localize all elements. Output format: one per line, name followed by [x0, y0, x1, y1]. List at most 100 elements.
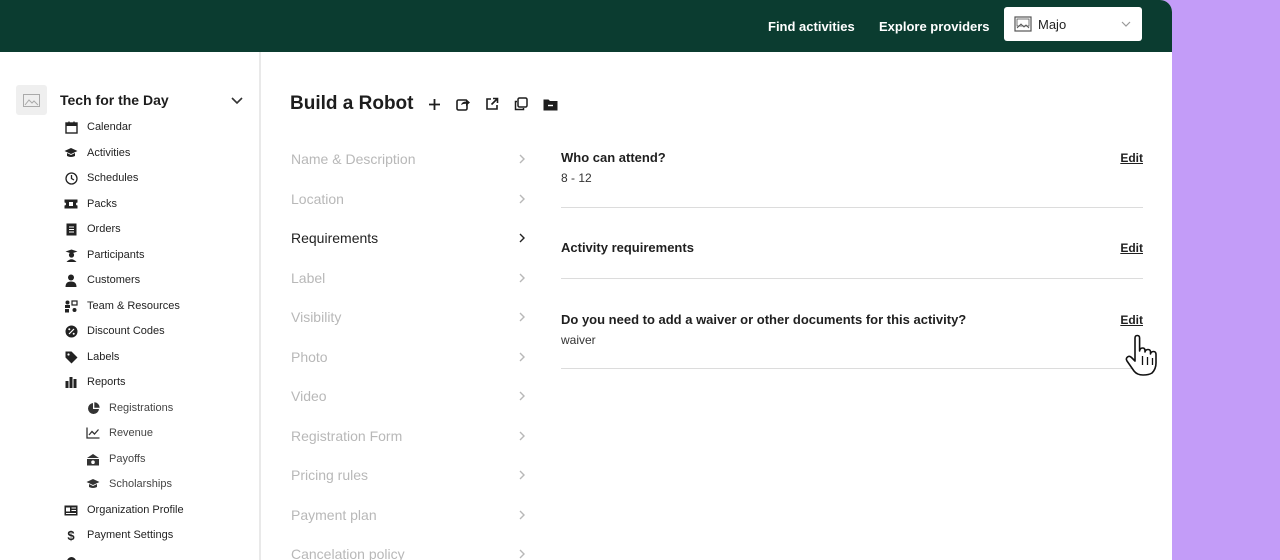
team-icon	[64, 299, 78, 313]
sidebar-subitem-scholarships[interactable]: Scholarships	[86, 475, 172, 493]
section-who-can-attend: Who can attend? 8 - 12 Edit	[561, 150, 1143, 208]
step-item[interactable]: Video	[291, 383, 527, 409]
step-item[interactable]: Requirements	[291, 225, 527, 251]
section-activity-requirements: Activity requirements Edit	[561, 207, 1143, 279]
organization-select[interactable]: Majo	[1004, 7, 1142, 41]
step-label: Photo	[291, 349, 328, 365]
sidebar-item-calendar[interactable]: Calendar	[64, 118, 132, 136]
sidebar-item-participants[interactable]: Participants	[64, 246, 144, 264]
step-item[interactable]: Cancelation policy	[291, 541, 527, 560]
sidebar-item-label: Labels	[87, 351, 120, 363]
organization-switcher[interactable]: Tech for the Day	[16, 85, 256, 115]
step-label: Pricing rules	[291, 467, 369, 483]
chevron-right-icon	[519, 431, 525, 441]
sidebar-item-label: Organization Profile	[87, 504, 184, 516]
sidebar-item-label: Reports	[87, 376, 126, 388]
sidebar-item-label: Calendar	[87, 121, 132, 133]
sidebar-item-discount-codes[interactable]: Discount Codes	[64, 322, 165, 340]
step-label: Video	[291, 388, 327, 404]
user-icon	[64, 273, 78, 287]
payoffs-icon	[86, 452, 100, 466]
sidebar-item-label: Payment Settings	[87, 529, 174, 541]
sidebar-item-organization-profile[interactable]: Organization Profile	[64, 501, 184, 519]
id-card-icon	[64, 503, 78, 517]
step-item[interactable]: Name & Description	[291, 146, 527, 172]
organization-name: Tech for the Day	[60, 92, 169, 108]
chevron-right-icon	[519, 233, 525, 243]
plus-icon[interactable]	[425, 95, 443, 113]
sidebar-item-labels[interactable]: Labels	[64, 348, 119, 366]
sidebar-subitem-payoffs[interactable]: Payoffs	[86, 450, 146, 468]
sidebar-item-schedules[interactable]: Schedules	[64, 169, 138, 187]
tag-icon	[64, 350, 78, 364]
share-icon[interactable]	[454, 95, 472, 113]
sidebar-subitem-registrations[interactable]: Registrations	[86, 399, 173, 417]
sidebar-item-packs[interactable]: Packs	[64, 195, 117, 213]
sidebar-item-reports[interactable]: Reports	[64, 373, 126, 391]
step-label: Location	[291, 191, 344, 207]
chevron-right-icon	[519, 549, 525, 559]
sidebar-item-customers[interactable]: Customers	[64, 271, 140, 289]
sidebar-item-label: Activities	[87, 147, 131, 159]
step-item[interactable]: Visibility	[291, 304, 527, 330]
chevron-right-icon	[519, 273, 525, 283]
discount-icon	[64, 324, 78, 338]
sidebar-item-label: Discount Codes	[87, 325, 165, 337]
step-item[interactable]: Location	[291, 186, 527, 212]
external-link-icon[interactable]	[483, 95, 501, 113]
step-item[interactable]: Photo	[291, 344, 527, 370]
sidebar-item-team-resources[interactable]: Team & Resources	[64, 297, 180, 315]
step-item[interactable]: Registration Form	[291, 423, 527, 449]
chevron-right-icon	[519, 194, 525, 204]
step-label: Label	[291, 270, 326, 286]
step-item[interactable]: Pricing rules	[291, 462, 527, 488]
top-bar: Find activities Explore providers Majo	[0, 0, 1172, 52]
explore-providers-link[interactable]: Explore providers	[879, 19, 990, 34]
copy-icon[interactable]	[512, 95, 530, 113]
gear-icon	[64, 554, 78, 560]
step-item[interactable]: Label	[291, 265, 527, 291]
calendar-icon	[64, 120, 78, 134]
section-title: Who can attend?	[561, 150, 666, 165]
sidebar-item-label: Orders	[87, 223, 121, 235]
section-waiver-documents: Do you need to add a waiver or other doc…	[561, 278, 1143, 369]
edit-activity-requirements-link[interactable]: Edit	[1120, 241, 1143, 255]
sidebar-item-label: Packs	[87, 198, 117, 210]
chevron-right-icon	[519, 312, 525, 322]
folder-icon[interactable]	[541, 95, 559, 113]
sidebar-item-orders[interactable]: Orders	[64, 220, 121, 238]
sidebar-subitem-revenue[interactable]: Revenue	[86, 424, 153, 442]
section-title: Do you need to add a waiver or other doc…	[561, 312, 967, 327]
sidebar-item-activities[interactable]: Activities	[64, 144, 130, 162]
step-label: Payment plan	[291, 507, 377, 523]
step-label: Visibility	[291, 309, 342, 325]
sidebar-item-label: Revenue	[109, 427, 154, 439]
sidebar-item-label: Payoffs	[109, 453, 146, 465]
hand-pointer-cursor-icon	[1125, 334, 1157, 376]
find-activities-link[interactable]: Find activities	[768, 19, 855, 34]
clock-icon	[64, 171, 78, 185]
chevron-down-icon	[1121, 21, 1131, 27]
sidebar-item-label: Participants	[87, 249, 145, 261]
edit-who-can-attend-link[interactable]: Edit	[1120, 151, 1143, 165]
edit-waiver-documents-link[interactable]: Edit	[1120, 313, 1143, 327]
chevron-right-icon	[519, 154, 525, 164]
step-item[interactable]: Payment plan	[291, 502, 527, 528]
dollar-icon: $	[67, 527, 75, 543]
sidebar-item-label: Scholarships	[109, 478, 172, 490]
line-chart-icon	[86, 426, 100, 440]
sidebar: Tech for the Day Calendar Activities Sch…	[0, 52, 261, 560]
sidebar-item-label: Registrations	[109, 402, 174, 414]
student-icon	[64, 248, 78, 262]
step-label: Cancelation policy	[291, 546, 405, 560]
organization-logo	[16, 85, 47, 115]
organization-select-value: Majo	[1038, 16, 1067, 32]
graduation-cap-icon	[86, 477, 100, 491]
step-label: Registration Form	[291, 428, 403, 444]
section-title: Activity requirements	[561, 240, 694, 255]
image-icon	[1014, 16, 1032, 32]
sidebar-item-partial[interactable]	[64, 552, 87, 560]
graduation-cap-icon	[64, 146, 78, 160]
sidebar-item-payment-settings[interactable]: $ Payment Settings	[64, 526, 173, 544]
receipt-icon	[64, 222, 78, 236]
